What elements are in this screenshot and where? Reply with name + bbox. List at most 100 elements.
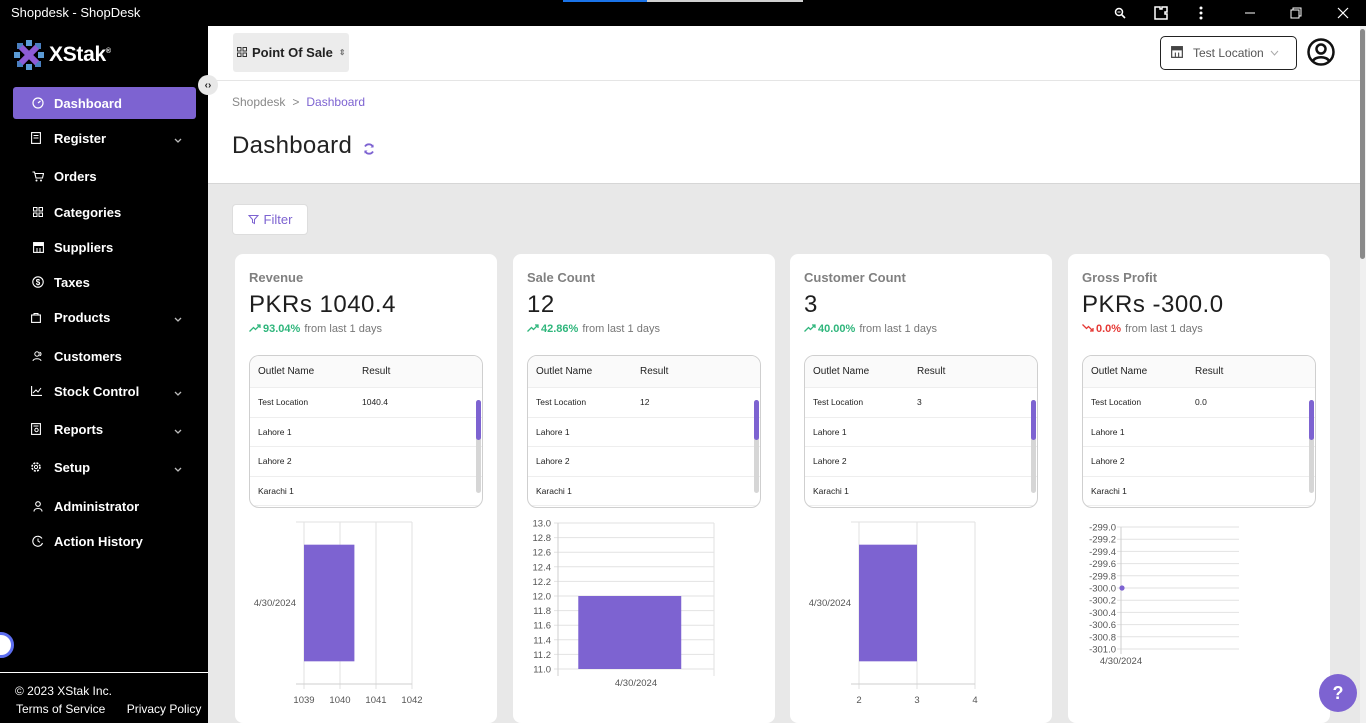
users-icon [30,348,46,364]
y-tick-label: 11.6 [533,621,551,632]
metric-change-percent: 0.0% [1096,323,1122,335]
sidebar-item-taxes[interactable]: $ Taxes [13,266,196,298]
table-row[interactable]: Karachi 1 [528,477,760,506]
restore-icon[interactable] [1286,3,1306,23]
outlet-name-cell: Karachi 1 [258,485,294,496]
sidebar-item-action-history[interactable]: Action History [13,525,196,557]
location-select[interactable]: Test Location [1160,36,1297,70]
sidebar-footer: © 2023 XStak Inc. Terms of Service Priva… [0,672,208,716]
bar[interactable] [304,544,355,662]
refresh-icon[interactable] [362,142,376,161]
table-row[interactable]: Lahore 2 [528,447,760,477]
grid-icon [237,45,247,60]
y-tick-label: 12.2 [533,577,552,588]
breadcrumb: Shopdesk > Dashboard [232,95,365,109]
filter-button[interactable]: Filter [232,204,308,235]
metric-label: Revenue [249,270,304,285]
filter-funnel-icon [247,215,259,225]
table-header-row: Outlet Name Result [1083,356,1315,388]
table-row[interactable]: Lahore 2 [805,447,1037,477]
outlet-name-cell: Lahore 2 [536,456,570,467]
extension-puzzle-icon[interactable] [1151,3,1171,23]
table-row[interactable]: Lahore 1 [250,418,482,447]
table-scrollbar[interactable] [754,400,759,493]
table-scrollbar-thumb[interactable] [476,400,481,440]
sidebar-collapse-toggle[interactable]: ‹› [198,75,218,95]
close-icon[interactable] [1333,3,1353,23]
outlet-name-cell: Test Location [813,397,864,408]
bar[interactable] [578,596,682,669]
terms-of-service-link[interactable]: Terms of Service [16,702,105,716]
table-scrollbar[interactable] [476,400,481,493]
table-row[interactable]: Lahore 1 [805,418,1037,447]
sidebar-item-label: Action History [54,533,143,549]
column-header-outlet: Outlet Name [1091,366,1148,377]
page-scrollbar[interactable] [1360,26,1366,723]
data-point[interactable] [1119,585,1125,591]
breadcrumb-current[interactable]: Dashboard [306,95,365,109]
xstak-logo-icon [14,40,44,70]
chart-gross-profit: -301.0 -300.8-300.6-300.4-300.2-300.0 -299… [1089,523,1239,667]
x-tick-label: 1040 [329,695,350,706]
sidebar-item-setup[interactable]: Setup [13,451,196,483]
table-header-row: Outlet Name Result [528,356,760,388]
y-tick-label: 11.2 [533,650,551,661]
table-row[interactable]: Test Location 1040.4 [250,388,482,418]
table-scrollbar[interactable] [1031,400,1036,493]
table-row[interactable]: Karachi 1 [250,477,482,506]
table-row[interactable]: Karachi 1 [805,477,1037,506]
sidebar-item-label: Dashboard [54,95,122,111]
table-row[interactable]: Test Location 12 [528,388,760,418]
brand-logo[interactable]: XStak® [14,40,111,70]
metric-change-period: from last 1 days [859,323,937,335]
breadcrumb-root[interactable]: Shopdesk [232,95,285,109]
column-header-outlet: Outlet Name [813,366,870,377]
gear-icon [28,459,44,475]
zoom-out-icon[interactable] [1110,3,1130,23]
table-row[interactable]: Lahore 2 [1083,447,1315,477]
user-icon [30,498,46,514]
outlet-name-cell: Lahore 1 [813,426,847,437]
sidebar-item-orders[interactable]: Orders [13,160,196,192]
sidebar-item-register[interactable]: Register [13,122,196,154]
sidebar-item-label: Categories [54,204,122,220]
sidebar-item-administrator[interactable]: Administrator [13,490,196,522]
trend-up-icon [804,323,816,335]
x-tick-label: 1041 [365,695,386,706]
app-switcher-label: Point Of Sale [252,45,333,60]
bar[interactable] [859,544,917,662]
outlet-name-cell: Test Location [258,397,309,408]
sidebar-item-suppliers[interactable]: Suppliers [13,231,196,263]
outlet-table: Outlet Name Result Test Location 1040.4 Laho… [249,355,483,508]
table-row[interactable]: Lahore 2 [250,447,482,477]
metric-card-gross-profit: Gross Profit PKRs -300.0 0.0% from last 1 d… [1068,254,1330,723]
sidebar-item-customers[interactable]: Customers [13,340,196,372]
result-cell: 12 [640,397,650,408]
table-row[interactable]: Lahore 1 [1083,418,1315,447]
table-row[interactable]: Test Location 3 [805,388,1037,418]
sidebar-item-products[interactable]: Products [13,301,196,333]
help-button[interactable]: ? [1319,674,1357,712]
table-row[interactable]: Test Location 0.0 [1083,388,1315,418]
sidebar-item-categories[interactable]: Categories [13,196,196,228]
more-menu-icon[interactable] [1191,3,1211,23]
table-scrollbar[interactable] [1309,400,1314,493]
sidebar-item-reports[interactable]: Reports [13,413,196,445]
table-scrollbar-thumb[interactable] [1309,400,1314,440]
privacy-policy-link[interactable]: Privacy Policy [127,702,202,716]
app-switcher[interactable]: Point Of Sale ⇕ [233,33,349,72]
user-avatar[interactable] [1307,38,1335,66]
sidebar-item-stock-control[interactable]: Stock Control [13,375,196,407]
top-bar: Point Of Sale ⇕ Test Location [208,26,1360,81]
table-scrollbar-thumb[interactable] [1031,400,1036,440]
table-row[interactable]: Karachi 1 [1083,477,1315,506]
table-scrollbar-thumb[interactable] [754,400,759,440]
table-row[interactable]: Lahore 1 [528,418,760,447]
window-title: Shopdesk - ShopDesk [11,5,141,20]
outlet-table: Outlet Name Result Test Location 3 Lahore 1 L… [804,355,1038,508]
sidebar-item-dashboard[interactable]: Dashboard [13,87,196,119]
sidebar-item-label: Stock Control [54,383,140,399]
cart-icon [30,168,46,184]
minimize-icon[interactable] [1240,3,1260,23]
sidebar-item-label: Products [54,309,111,325]
